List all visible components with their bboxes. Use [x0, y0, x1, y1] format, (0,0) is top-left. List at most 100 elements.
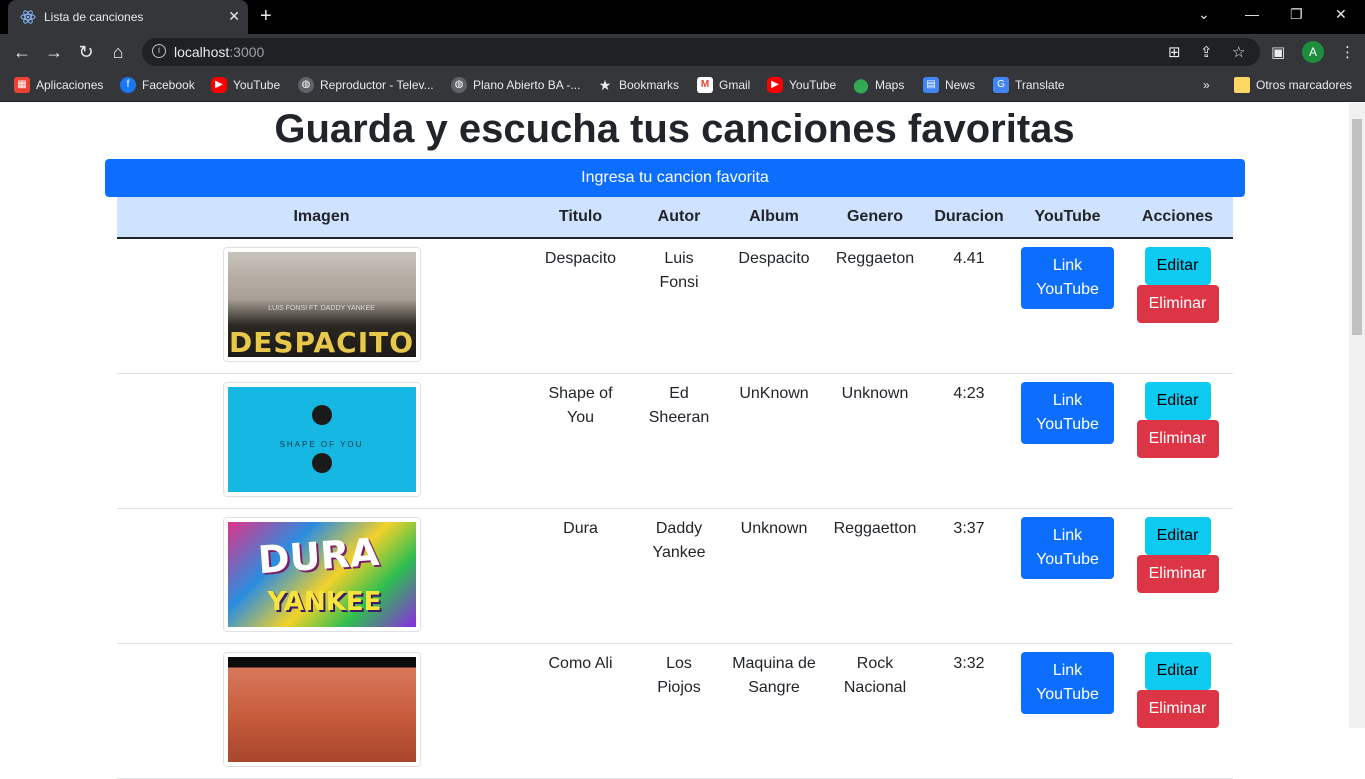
song-duration: 3:37 — [925, 508, 1013, 644]
share-icon[interactable]: ⇪ — [1200, 43, 1213, 61]
home-icon[interactable]: ⌂ — [106, 40, 130, 64]
bookmark-bookmarks[interactable]: ★ Bookmarks — [597, 77, 679, 95]
cover-dot — [311, 405, 332, 425]
bookmarks-overflow-icon[interactable]: » — [1203, 77, 1210, 95]
gmail-icon: M — [697, 77, 713, 93]
youtube-link-button[interactable]: Link YouTube — [1021, 247, 1114, 309]
menu-kebab-icon[interactable]: ⋮ — [1340, 43, 1355, 61]
cover-cell: SHAPE OF YOU — [117, 373, 526, 509]
page-scrollbar[interactable] — [1349, 103, 1365, 728]
column-header-genero: Genero — [825, 197, 925, 239]
column-header-duracion: Duracion — [925, 197, 1013, 239]
tab-search-chevron-icon[interactable]: ⌄ — [1198, 6, 1210, 23]
cover-cell — [117, 643, 526, 779]
bookmark-star-icon[interactable]: ☆ — [1232, 43, 1245, 61]
bookmark-maps[interactable]: ⬤ Maps — [853, 77, 904, 95]
bookmark-gmail[interactable]: M Gmail — [697, 77, 750, 95]
address-url: localhost:3000 — [174, 44, 265, 60]
translate-icon: G — [993, 77, 1009, 93]
page-content: Guarda y escucha tus canciones favoritas… — [0, 103, 1349, 779]
youtube-cell: Link YouTube — [1013, 643, 1122, 779]
star-icon: ★ — [598, 77, 612, 93]
bookmark-youtube-2[interactable]: ▶ YouTube — [767, 77, 836, 95]
cover-subtitle: LUIS FONSI FT. DADDY YANKEE — [268, 305, 375, 312]
bookmark-news[interactable]: ▤ News — [923, 77, 975, 95]
reload-icon[interactable]: ↻ — [74, 40, 98, 64]
album-cover: SHAPE OF YOU — [222, 382, 421, 497]
bookmark-aplicaciones[interactable]: ▦ Aplicaciones — [14, 77, 103, 95]
youtube-link-button[interactable]: Link YouTube — [1021, 517, 1114, 579]
apps-grid-icon: ▦ — [14, 77, 30, 93]
album-cover: LUIS FONSI FT. DADDY YANKEE DESPACITO — [222, 247, 421, 362]
song-album: Despacito — [723, 238, 825, 374]
table-row: DURA YANKEE Dura Daddy Yankee Unknown Re… — [117, 508, 1233, 644]
new-tab-icon[interactable]: + — [260, 5, 272, 28]
back-arrow-icon[interactable]: ← — [10, 40, 34, 64]
edit-button[interactable]: Editar — [1144, 517, 1211, 555]
scrollbar-thumb[interactable] — [1352, 119, 1362, 335]
add-song-button[interactable]: Ingresa tu cancion favorita — [105, 159, 1245, 197]
delete-button[interactable]: Eliminar — [1136, 690, 1219, 728]
youtube-cell: Link YouTube — [1013, 238, 1122, 374]
globe-icon: ◍ — [298, 77, 314, 93]
youtube-cell: Link YouTube — [1013, 373, 1122, 509]
cover-title: DESPACITO — [228, 326, 415, 357]
maps-pin-icon: ⬤ — [853, 77, 869, 93]
cover-dot — [311, 453, 332, 473]
delete-button[interactable]: Eliminar — [1136, 420, 1219, 458]
bookmark-facebook[interactable]: f Facebook — [120, 77, 195, 95]
side-panel-icon[interactable]: ▣ — [1271, 43, 1285, 61]
table-row: SHAPE OF YOU Shape of You Ed Sheeran UnK… — [117, 373, 1233, 509]
profile-avatar[interactable]: A — [1302, 41, 1324, 63]
tab-close-icon[interactable]: ✕ — [228, 8, 240, 25]
youtube-icon: ▶ — [211, 77, 227, 93]
window-close-icon[interactable]: ✕ — [1335, 6, 1347, 23]
songs-table: Imagen Titulo Autor Album Genero Duracio… — [117, 197, 1233, 779]
column-header-acciones: Acciones — [1122, 197, 1233, 239]
site-info-icon[interactable]: i — [152, 44, 166, 58]
youtube-cell: Link YouTube — [1013, 508, 1122, 644]
bookmark-plano-abierto[interactable]: ◍ Plano Abierto BA -... — [451, 77, 580, 95]
table-row: Como Ali Los Piojos Maquina de Sangre Ro… — [117, 643, 1233, 779]
album-cover: DURA YANKEE — [222, 517, 421, 632]
news-icon: ▤ — [923, 77, 939, 93]
song-duration: 3:32 — [925, 643, 1013, 779]
cover-cell: LUIS FONSI FT. DADDY YANKEE DESPACITO — [117, 238, 526, 374]
delete-button[interactable]: Eliminar — [1136, 555, 1219, 593]
browser-tab-strip: Lista de canciones ✕ + ⌄ — ❐ ✕ — [0, 0, 1365, 34]
column-header-youtube: YouTube — [1013, 197, 1122, 239]
bookmarks-bar: ▦ Aplicaciones f Facebook ▶ YouTube ◍ Reprod… — [0, 70, 1365, 102]
song-duration: 4:23 — [925, 373, 1013, 509]
song-title: Como Ali — [526, 643, 635, 779]
song-genre: Unknown — [825, 373, 925, 509]
column-header-autor: Autor — [635, 197, 723, 239]
table-row: LUIS FONSI FT. DADDY YANKEE DESPACITO De… — [117, 238, 1233, 374]
song-genre: Reggaeton — [825, 238, 925, 374]
minimize-icon[interactable]: — — [1245, 6, 1259, 22]
edit-button[interactable]: Editar — [1144, 382, 1211, 420]
album-cover-image: DURA YANKEE — [227, 522, 416, 627]
album-cover-image: SHAPE OF YOU — [227, 387, 416, 492]
bookmark-otros-marcadores[interactable]: Otros marcadores — [1234, 77, 1352, 95]
delete-button[interactable]: Eliminar — [1136, 285, 1219, 323]
address-bar[interactable]: i localhost:3000 ⊞ ⇪ ☆ — [142, 38, 1260, 66]
edit-button[interactable]: Editar — [1144, 652, 1211, 690]
tab-title: Lista de canciones — [44, 10, 144, 24]
restore-icon[interactable]: ❐ — [1290, 6, 1303, 23]
youtube-link-button[interactable]: Link YouTube — [1021, 382, 1114, 444]
column-header-album: Album — [723, 197, 825, 239]
edit-button[interactable]: Editar — [1144, 247, 1211, 285]
youtube-link-button[interactable]: Link YouTube — [1021, 652, 1114, 714]
bookmark-reproductor[interactable]: ◍ Reproductor - Telev... — [298, 77, 434, 95]
actions-cell: Editar Eliminar — [1122, 373, 1233, 509]
translate-page-icon[interactable]: ⊞ — [1168, 43, 1181, 61]
song-title: Despacito — [526, 238, 635, 374]
forward-arrow-icon[interactable]: → — [42, 40, 66, 64]
cover-cell: DURA YANKEE — [117, 508, 526, 644]
album-cover-image — [227, 657, 416, 762]
bookmark-youtube[interactable]: ▶ YouTube — [211, 77, 280, 95]
bookmark-translate[interactable]: G Translate — [993, 77, 1065, 95]
folder-icon — [1234, 77, 1250, 93]
browser-tab[interactable]: Lista de canciones ✕ — [8, 0, 248, 34]
song-album: UnKnown — [723, 373, 825, 509]
